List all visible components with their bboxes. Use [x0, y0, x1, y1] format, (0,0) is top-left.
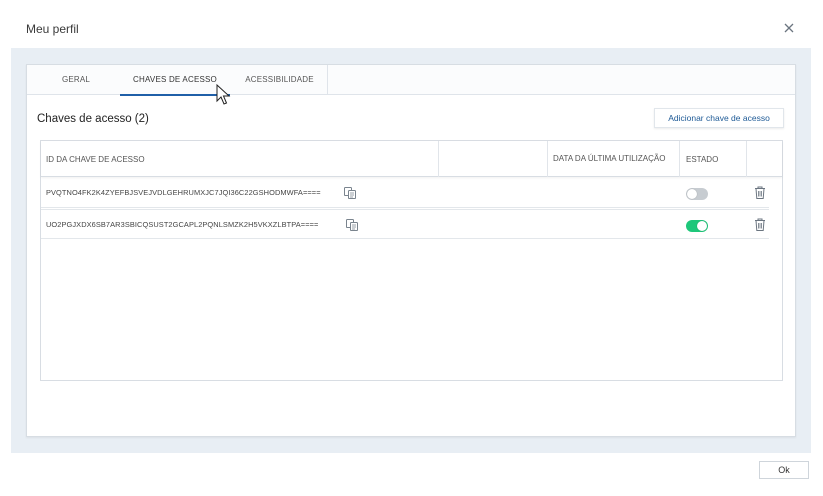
column-header-state: ESTADO [686, 154, 719, 164]
access-key-id: UO2PGJXDX6SB7AR3SBICQSUST2GCAPL2PQNLSMZK… [46, 220, 319, 229]
column-header-key-id: ID DA CHAVE DE ACESSO [46, 154, 145, 164]
column-header-last-used: DATA DA ÚLTIMA UTILIZAÇÃO [553, 154, 666, 163]
access-key-id: PVQTNO4FK2K4ZYEFBJSVEJVDLGEHRUMXJC7JQI36… [46, 188, 321, 197]
column-divider [679, 141, 680, 177]
close-button[interactable] [780, 19, 798, 37]
profile-card: GERAL CHAVES DE ACESSO ACESSIBILIDADE Ch… [26, 64, 796, 437]
column-divider [438, 141, 439, 177]
tab-chaves-de-acesso[interactable]: CHAVES DE ACESSO [120, 65, 230, 96]
column-divider [746, 141, 747, 177]
dialog-content: GERAL CHAVES DE ACESSO ACESSIBILIDADE Ch… [11, 48, 811, 453]
copy-icon[interactable] [345, 218, 359, 232]
toggle-knob [687, 189, 697, 199]
tab-bar: GERAL CHAVES DE ACESSO ACESSIBILIDADE [27, 65, 795, 96]
copy-icon[interactable] [343, 186, 357, 200]
section-title: Chaves de acesso (2) [37, 113, 149, 125]
trash-icon[interactable] [753, 217, 767, 232]
tab-acessibilidade[interactable]: ACESSIBILIDADE [232, 65, 328, 95]
active-tab-indicator [120, 94, 230, 96]
ok-button[interactable]: Ok [759, 461, 809, 479]
column-divider [547, 141, 548, 177]
dialog-title: Meu perfil [26, 22, 79, 36]
tab-geral[interactable]: GERAL [33, 65, 119, 95]
toggle-knob [697, 221, 707, 231]
tab-label: CHAVES DE ACESSO [133, 75, 217, 84]
add-access-key-button[interactable]: Adicionar chave de acesso [654, 108, 784, 128]
trash-icon[interactable] [753, 185, 767, 200]
table-row: UO2PGJXDX6SB7AR3SBICQSUST2GCAPL2PQNLSMZK… [41, 209, 769, 239]
table-header: ID DA CHAVE DE ACESSO DATA DA ÚLTIMA UTI… [41, 141, 782, 177]
table-row: PVQTNO4FK2K4ZYEFBJSVEJVDLGEHRUMXJC7JQI36… [41, 178, 769, 208]
access-keys-table: ID DA CHAVE DE ACESSO DATA DA ÚLTIMA UTI… [40, 140, 783, 381]
state-toggle[interactable] [686, 220, 708, 232]
state-toggle[interactable] [686, 188, 708, 200]
mouse-cursor-icon [216, 84, 231, 105]
close-icon [784, 23, 794, 33]
